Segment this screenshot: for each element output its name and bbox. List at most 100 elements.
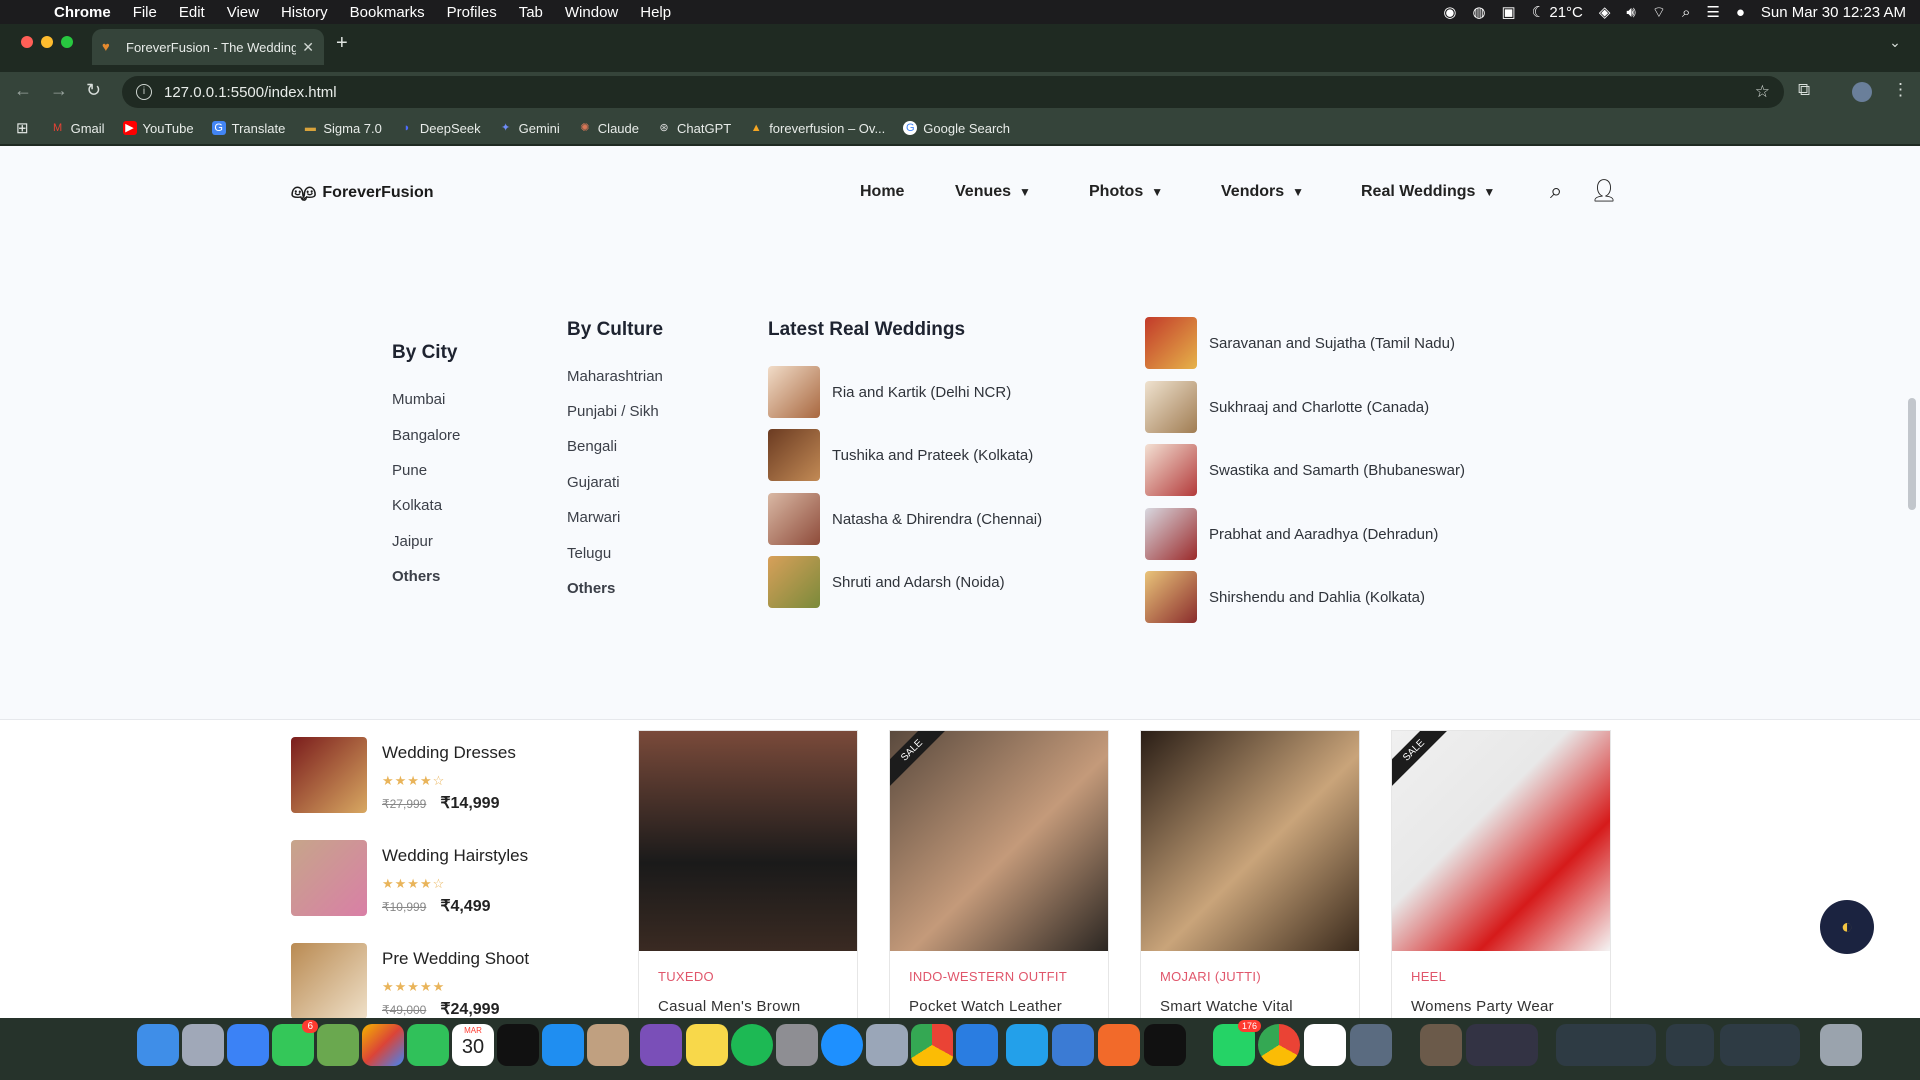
culture-link[interactable]: Punjabi / Sikh [567, 403, 659, 420]
alien-app-icon[interactable] [640, 1024, 682, 1066]
user-icon[interactable]: 👤︎ [1590, 178, 1618, 204]
recent-window-thumbnail[interactable] [1420, 1024, 1462, 1066]
product-row[interactable]: Wedding Dresses ★★★★☆ ₹27,999 ₹14,999 [291, 737, 516, 813]
wedding-link[interactable]: Swastika and Samarth (Bhubaneswar) [1145, 444, 1465, 496]
bookmark-deepseek[interactable]: ◗ DeepSeek [400, 121, 481, 136]
bookmark-google-search[interactable]: G Google Search [903, 121, 1010, 136]
trash-icon[interactable] [1820, 1024, 1862, 1066]
product-row[interactable]: Pre Wedding Shoot ★★★★★ ₹49,000 ₹24,999 [291, 943, 529, 1018]
city-link[interactable]: Mumbai [392, 391, 445, 408]
city-link[interactable]: Pune [392, 462, 427, 479]
chrome-profile-icon[interactable] [1258, 1024, 1300, 1066]
wedding-link[interactable]: Ria and Kartik (Delhi NCR) [768, 366, 1011, 418]
menu-edit[interactable]: Edit [179, 4, 205, 21]
menu-tab[interactable]: Tab [519, 4, 543, 21]
product-card[interactable]: SALE INDO-WESTERN OUTFIT Pocket Watch Le… [889, 730, 1109, 1018]
wifi-icon[interactable]: ⌔ [1652, 3, 1666, 22]
system-settings-icon[interactable] [776, 1024, 818, 1066]
nav-real-weddings[interactable]: Real Weddings ▼ [1361, 183, 1495, 201]
close-tab-icon[interactable]: ✕ [302, 39, 314, 56]
profile-avatar[interactable] [1852, 82, 1872, 102]
spotlight-icon[interactable]: ⌕ [1682, 4, 1690, 21]
culture-others-link[interactable]: Others [567, 580, 615, 597]
menu-file[interactable]: File [133, 4, 157, 21]
product-card[interactable]: SALE HEEL Womens Party Wear [1391, 730, 1611, 1018]
tab-search-chevron-icon[interactable]: ⌄ [1882, 34, 1908, 56]
recent-window-thumbnail[interactable] [1466, 1024, 1538, 1066]
reload-icon[interactable]: ↻ [86, 80, 101, 101]
theme-toggle-moon-icon[interactable]: ◐ [1820, 900, 1874, 954]
finder-icon[interactable] [137, 1024, 179, 1066]
site-logo[interactable]: 👫︎ ForeverFusion [291, 180, 434, 205]
culture-link[interactable]: Telugu [567, 545, 611, 562]
close-window-button[interactable] [21, 36, 33, 48]
forward-icon[interactable]: → [50, 80, 68, 101]
bookmark-star-icon[interactable]: ☆ [1755, 82, 1770, 102]
recent-window-thumbnail[interactable] [1556, 1024, 1656, 1066]
back-icon[interactable]: ← [14, 80, 32, 101]
notes-icon[interactable] [686, 1024, 728, 1066]
skype-icon[interactable] [821, 1024, 863, 1066]
calendar-icon[interactable]: MAR 30 [452, 1024, 494, 1066]
menu-app-name[interactable]: Chrome [54, 4, 111, 21]
bookmark-chatgpt[interactable]: ⊛ ChatGPT [657, 121, 731, 136]
menu-bookmarks[interactable]: Bookmarks [350, 4, 425, 21]
recent-window-thumbnail[interactable] [1666, 1024, 1714, 1066]
city-others-link[interactable]: Others [392, 568, 440, 585]
layers-icon[interactable]: ◈ [1599, 3, 1611, 21]
chrome-icon[interactable] [911, 1024, 953, 1066]
menu-window[interactable]: Window [565, 4, 618, 21]
city-link[interactable]: Kolkata [392, 497, 442, 514]
wedding-link[interactable]: Shirshendu and Dahlia (Kolkata) [1145, 571, 1425, 623]
search-icon[interactable]: ⌕ [1550, 178, 1562, 204]
minimize-window-button[interactable] [41, 36, 53, 48]
product-card[interactable]: TUXEDO Casual Men's Brown [638, 730, 858, 1018]
bookmark-youtube[interactable]: ▶ YouTube [122, 121, 194, 136]
wedding-link[interactable]: Shruti and Adarsh (Noida) [768, 556, 1005, 608]
facetime-icon[interactable] [407, 1024, 449, 1066]
maps-icon[interactable] [317, 1024, 359, 1066]
bookmark-claude[interactable]: ✺ Claude [578, 121, 639, 136]
preview-icon[interactable] [1350, 1024, 1392, 1066]
launchpad-icon[interactable] [182, 1024, 224, 1066]
extensions-icon[interactable]: ⧉ [1798, 80, 1810, 100]
document-icon[interactable] [1304, 1024, 1346, 1066]
script-editor-icon[interactable] [587, 1024, 629, 1066]
clock[interactable]: Sun Mar 30 12:23 AM [1761, 4, 1906, 21]
zoom-window-button[interactable] [61, 36, 73, 48]
nav-venues[interactable]: Venues ▼ [955, 183, 1031, 201]
culture-link[interactable]: Bengali [567, 438, 617, 455]
address-bar[interactable]: i 127.0.0.1:5500/index.html ☆ [122, 76, 1784, 108]
swift-icon[interactable] [1098, 1024, 1140, 1066]
messages-icon[interactable]: 6 [272, 1020, 318, 1066]
nav-vendors[interactable]: Vendors ▼ [1221, 183, 1304, 201]
utility-icon[interactable] [866, 1024, 908, 1066]
city-link[interactable]: Bangalore [392, 427, 460, 444]
wedding-link[interactable]: Prabhat and Aaradhya (Dehradun) [1145, 508, 1438, 560]
bookmark-gemini[interactable]: ✦ Gemini [499, 121, 560, 136]
status-mail-icon[interactable]: ◍ [1472, 3, 1485, 21]
wedding-link[interactable]: Natasha & Dhirendra (Chennai) [768, 493, 1042, 545]
wedding-link[interactable]: Tushika and Prateek (Kolkata) [768, 429, 1033, 481]
menu-profiles[interactable]: Profiles [447, 4, 497, 21]
recent-window-thumbnail[interactable] [1720, 1024, 1800, 1066]
status-app-icon[interactable]: ◉ [1443, 3, 1456, 21]
menu-history[interactable]: History [281, 4, 328, 21]
bookmark-gmail[interactable]: M Gmail [51, 121, 105, 136]
nav-home[interactable]: Home [860, 183, 904, 201]
vscode-icon[interactable] [1006, 1024, 1048, 1066]
weather-icon[interactable]: ☾ 21°C [1532, 3, 1583, 21]
browser-tab[interactable]: ♥ ForeverFusion - The Wedding ✕ [92, 29, 324, 65]
control-center-icon[interactable]: ☰ [1706, 3, 1719, 21]
culture-link[interactable]: Maharashtrian [567, 368, 663, 385]
bookmark-translate[interactable]: G Translate [211, 121, 285, 136]
menu-help[interactable]: Help [640, 4, 671, 21]
new-tab-icon[interactable]: + [336, 32, 348, 55]
status-text-icon[interactable]: ▣ [1502, 3, 1516, 21]
apple-tv-icon[interactable] [497, 1024, 539, 1066]
wedding-link[interactable]: Sukhraaj and Charlotte (Canada) [1145, 381, 1429, 433]
chrome-menu-icon[interactable]: ⋮ [1892, 80, 1909, 100]
siri-icon[interactable]: ● [1736, 4, 1745, 21]
safari-icon[interactable] [227, 1024, 269, 1066]
bookmark-foreverfusion[interactable]: ▲ foreverfusion – Ov... [749, 121, 886, 136]
